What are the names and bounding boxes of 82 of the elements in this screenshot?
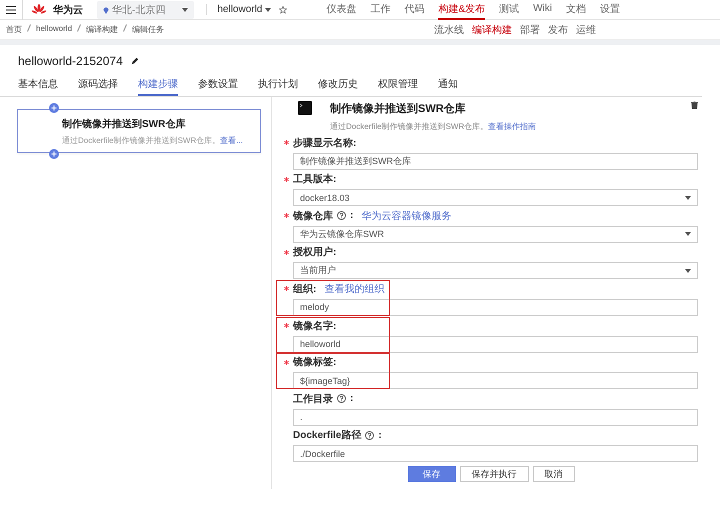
action-button[interactable]: 保存并执行	[460, 466, 528, 482]
subnav-tab[interactable]: 编译构建	[472, 22, 512, 36]
nav-tab[interactable]: 设置	[600, 0, 620, 20]
nav-tab[interactable]: Wiki	[533, 0, 552, 20]
field-label: 镜像仓库	[293, 209, 333, 223]
caret-icon	[685, 232, 691, 236]
caret-icon	[685, 268, 691, 273]
tab[interactable]: 构建步骤	[138, 75, 178, 96]
help-icon[interactable]	[337, 394, 346, 404]
tab[interactable]: 通知	[438, 75, 458, 96]
project-select[interactable]: helloworld	[206, 4, 272, 15]
tab[interactable]: 基本信息	[18, 75, 58, 96]
help-icon[interactable]	[337, 211, 346, 220]
subnav-tab[interactable]: 部署	[520, 22, 540, 36]
label-colon: :	[350, 393, 354, 404]
select-field[interactable]: 华为云镜像仓库SWR	[293, 226, 698, 243]
caret-icon	[182, 8, 188, 12]
help-icon[interactable]	[365, 430, 374, 440]
nav-tab[interactable]: 工作	[370, 0, 390, 20]
field-link[interactable]: 查看我的组织	[324, 282, 384, 296]
tab[interactable]: 参数设置	[198, 75, 238, 96]
tab[interactable]: 执行计划	[258, 75, 298, 96]
menu-icon[interactable]	[6, 6, 16, 14]
tab[interactable]: 修改历史	[318, 75, 358, 96]
input-field[interactable]: melody	[293, 298, 698, 316]
step-heading: 制作镜像并推送到SWR仓库	[330, 102, 467, 116]
star-icon[interactable]	[279, 6, 288, 14]
caret-icon	[685, 196, 691, 200]
input-field[interactable]: helloworld	[293, 336, 698, 353]
logo-icon	[31, 4, 47, 16]
field-link[interactable]: 华为云容器镜像服务	[361, 208, 452, 223]
breadcrumb-link[interactable]: 编译构建	[86, 24, 118, 35]
view-link[interactable]: 查看...	[220, 136, 243, 144]
breadcrumb-link[interactable]: 编辑任务	[132, 24, 164, 35]
field-label: 授权用户:	[293, 245, 336, 260]
guide-link[interactable]: 查看操作指南	[488, 122, 536, 131]
nav-tab[interactable]: 文档	[566, 0, 586, 20]
terminal-icon	[298, 101, 312, 115]
breadcrumb-separator	[27, 24, 31, 32]
select-field[interactable]: docker18.03	[293, 189, 698, 206]
field-label: 组织:	[293, 282, 316, 296]
field-label: 镜像标签:	[293, 356, 336, 370]
pencil-icon[interactable]	[130, 57, 139, 65]
job-title: helloworld-2152074	[18, 54, 123, 68]
input-field[interactable]: ./Dockerfile	[293, 445, 698, 462]
step-card[interactable]: 制作镜像并推送到SWR仓库 通过Dockerfile制作镜像并推送到SWR仓库。查看...	[17, 109, 261, 153]
location-icon	[103, 6, 109, 14]
field-label: 步骤显示名称:	[293, 136, 356, 150]
breadcrumb-link[interactable]: 首页	[6, 24, 22, 35]
brand-name: 华为云	[53, 4, 83, 16]
caret-icon	[265, 8, 272, 12]
nav-tab[interactable]: 测试	[499, 0, 520, 20]
action-button[interactable]: 取消	[532, 466, 574, 482]
breadcrumb-separator	[77, 24, 82, 32]
step-description: 通过Dockerfile制作镜像并推送到SWR仓库。查看操作指南	[330, 121, 538, 132]
step-description: 通过Dockerfile制作镜像并推送到SWR仓库。查看...	[62, 134, 243, 146]
trash-icon[interactable]	[691, 101, 698, 109]
subnav-tab[interactable]: 运维	[576, 22, 596, 36]
select-field[interactable]: 当前用户	[293, 262, 698, 280]
input-field[interactable]: ${imageTag}	[293, 372, 698, 390]
input-field[interactable]: 制作镜像并推送到SWR仓库	[293, 152, 698, 170]
nav-tab[interactable]: 仪表盘	[326, 0, 356, 20]
subnav-tab[interactable]: 发布	[548, 22, 568, 36]
add-icon[interactable]	[49, 103, 59, 113]
breadcrumb-link[interactable]: helloworld	[36, 24, 72, 35]
tab[interactable]: 权限管理	[378, 75, 418, 96]
tab[interactable]: 源码选择	[78, 75, 118, 96]
field-label: 工作目录	[293, 392, 333, 406]
nav-tab[interactable]: 构建&发布	[438, 0, 486, 20]
step-title: 制作镜像并推送到SWR仓库	[62, 117, 186, 130]
field-label: 镜像名字:	[293, 319, 336, 333]
label-colon: :	[378, 430, 382, 441]
add-icon[interactable]	[49, 149, 59, 159]
subnav-tab[interactable]: 流水线	[434, 22, 464, 36]
region-select[interactable]: 华北-北京四	[97, 0, 194, 18]
label-colon: :	[350, 210, 354, 222]
save-button[interactable]: 保存	[408, 466, 456, 482]
field-label: 工具版本:	[293, 172, 336, 186]
nav-tab[interactable]: 代码	[404, 0, 424, 20]
input-field[interactable]: .	[293, 408, 698, 426]
field-label: Dockerfile路径	[293, 428, 362, 442]
breadcrumb-separator	[123, 24, 128, 32]
